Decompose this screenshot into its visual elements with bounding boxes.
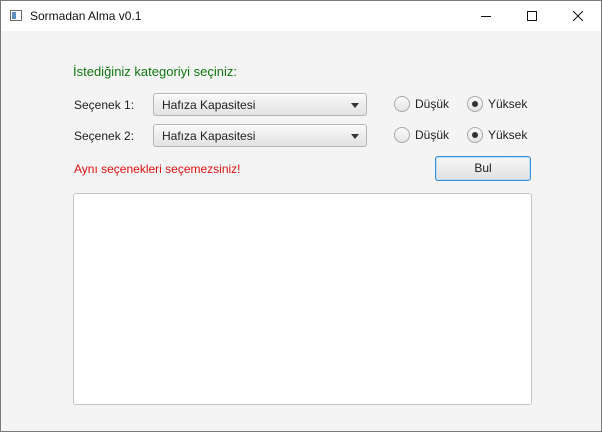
find-button[interactable]: Bul [435,156,531,181]
option2-radio-high-label: Yüksek [488,128,528,142]
title-bar[interactable]: Sormadan Alma v0.1 [1,1,601,31]
option1-dropdown[interactable]: Hafıza Kapasitesi [153,93,367,116]
option1-radio-high-label: Yüksek [488,97,528,111]
instruction-heading: İstediğiniz kategoriyi seçiniz: [73,64,238,79]
option1-radio-high[interactable]: Yüksek [467,96,529,114]
chevron-down-icon [351,103,359,108]
minimize-button[interactable] [463,1,509,31]
minimize-icon [481,16,491,17]
chevron-down-icon [351,134,359,139]
radio-selected-dot [472,101,478,107]
option2-label: Seçenek 2: [74,129,135,143]
window-title: Sormadan Alma v0.1 [30,9,142,23]
close-icon [573,11,583,21]
maximize-icon [527,11,537,21]
option1-radio-low[interactable]: Düşük [394,96,450,114]
close-button[interactable] [555,1,601,31]
option2-dropdown[interactable]: Hafıza Kapasitesi [153,124,367,147]
error-message: Aynı seçenekleri seçemezsiniz! [74,162,241,176]
radio-circle [394,127,410,143]
radio-selected-dot [472,132,478,138]
app-window-icon [10,10,22,21]
radio-circle [394,96,410,112]
maximize-button[interactable] [509,1,555,31]
option1-selected-value: Hafıza Kapasitesi [162,98,256,112]
option2-radio-low-label: Düşük [415,128,450,142]
option2-selected-value: Hafıza Kapasitesi [162,129,256,143]
result-textarea[interactable] [73,193,532,405]
option2-radio-low[interactable]: Düşük [394,127,450,145]
option2-radio-high[interactable]: Yüksek [467,127,529,145]
app-window: Sormadan Alma v0.1 İstediğiniz kategoriy… [0,0,602,432]
main-content: İstediğiniz kategoriyi seçiniz: Seçenek … [1,31,601,431]
radio-circle [467,96,483,112]
option1-label: Seçenek 1: [74,98,135,112]
option1-radio-low-label: Düşük [415,97,450,111]
radio-circle [467,127,483,143]
